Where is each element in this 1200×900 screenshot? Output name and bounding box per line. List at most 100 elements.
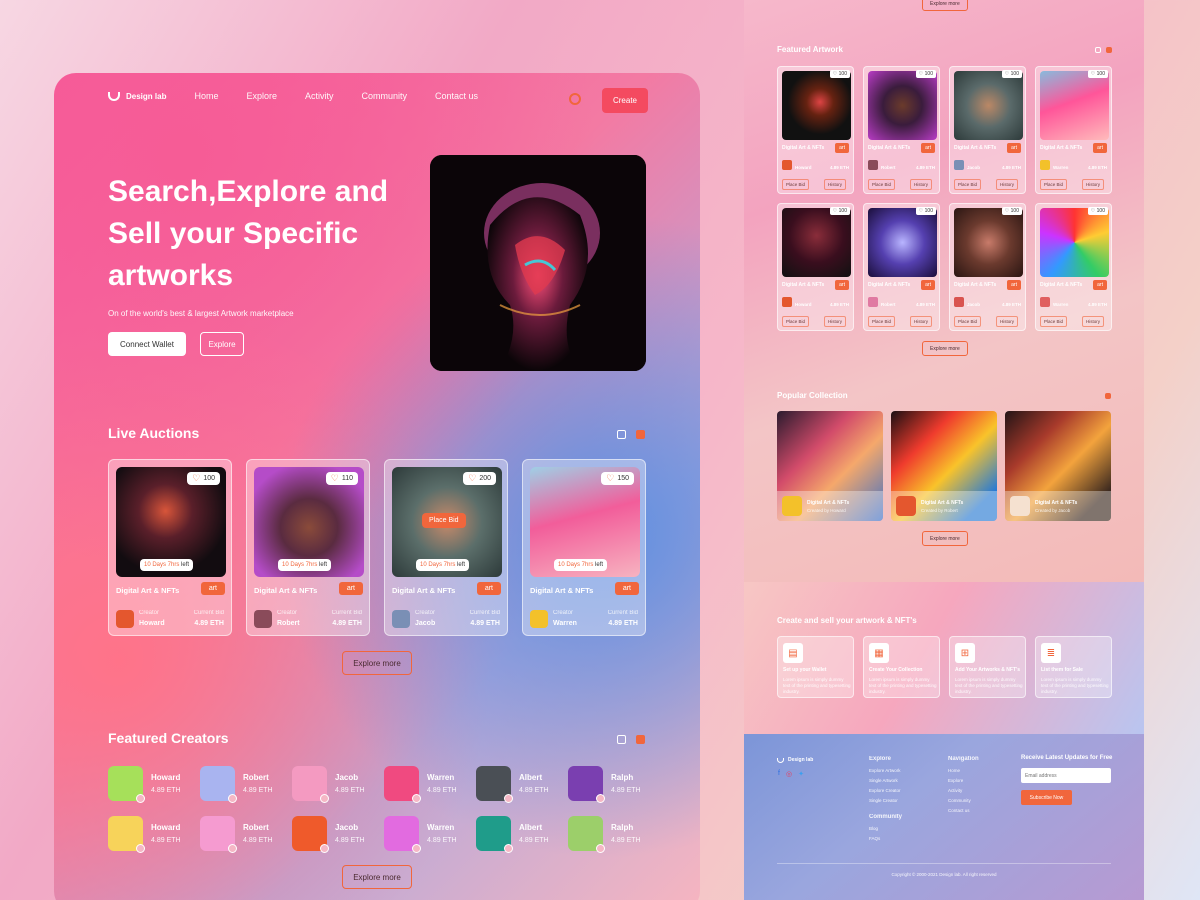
auction-card[interactable]: ♡ 100 10 Days 7hrs left Digital Art & NFTs… [108,459,232,636]
auction-card[interactable]: ♡ 200 Place Bid 10 Days 7hrs left Digital A… [384,459,508,636]
popular-explore-more-button[interactable]: Explore more [922,531,968,546]
like-count[interactable]: ♡ 100 [829,207,850,215]
footer-link[interactable]: Home [948,766,979,776]
instagram-icon[interactable]: ◎ [786,770,792,778]
create-button[interactable]: Create [602,88,648,113]
next-arrow-icon[interactable] [1106,47,1112,53]
footer-link[interactable]: Explore Creator [869,786,901,796]
footer-link[interactable]: FAQs [869,834,902,844]
place-bid-button[interactable]: Place Bid [868,316,896,327]
logo[interactable]: Design lab [108,91,166,101]
place-bid-button[interactable]: Place Bid [422,513,466,528]
live-explore-more-button[interactable]: Explore more [342,651,412,675]
tag[interactable]: art [921,143,935,153]
like-count[interactable]: ♡ 100 [829,70,850,78]
creator-item[interactable]: Albert 4.89 ETH [476,765,568,803]
creator-item[interactable]: Robert 4.89 ETH [200,815,292,853]
featured-card[interactable]: ♡ 100 Digital Art & NFTs art Howard 4.89 ETH… [777,66,854,194]
twitter-icon[interactable]: ✦ [798,770,804,778]
footer-link[interactable]: Explore Artwork [869,766,901,776]
facebook-icon[interactable]: f [778,770,780,778]
place-bid-button[interactable]: Place Bid [868,179,896,190]
like-count[interactable]: ♡ 100 [1001,207,1022,215]
explore-more-button-top[interactable]: Explore more [922,0,968,11]
tag[interactable]: art [1007,280,1021,290]
place-bid-button[interactable]: Place Bid [954,316,982,327]
like-count[interactable]: ♡ 100 [915,70,936,78]
footer-link[interactable]: Activity [948,786,979,796]
creator-item[interactable]: Warren 4.89 ETH [384,765,476,803]
like-count[interactable]: ♡ 100 [1087,207,1108,215]
creator-item[interactable]: Howard 4.89 ETH [108,815,200,853]
email-input[interactable] [1021,768,1111,783]
creator-item[interactable]: Warren 4.89 ETH [384,815,476,853]
like-button[interactable]: ♡ 150 [601,472,634,485]
subscribe-button[interactable]: Subscribe Now [1021,790,1072,805]
creator-item[interactable]: Ralph 4.89 ETH [568,765,660,803]
nav-explore[interactable]: Explore [246,91,277,101]
featured-card[interactable]: ♡ 100 Digital Art & NFTs art Robert 4.89 ETH… [863,203,940,331]
tag[interactable]: art [1093,143,1107,153]
nav-activity[interactable]: Activity [305,91,334,101]
featured-card[interactable]: ♡ 100 Digital Art & NFTs art Jacob 4.89 ETH P… [949,66,1026,194]
explore-button[interactable]: Explore [200,332,244,356]
place-bid-button[interactable]: Place Bid [1040,316,1068,327]
next-arrow-icon[interactable] [636,735,645,744]
nav-community[interactable]: Community [362,91,408,101]
creators-explore-more-button[interactable]: Explore more [342,865,412,889]
history-button[interactable]: History [824,179,847,190]
featured-card[interactable]: ♡ 100 Digital Art & NFTs art Howard 4.89 ETH… [777,203,854,331]
history-button[interactable]: History [996,179,1019,190]
like-button[interactable]: ♡ 110 [325,472,358,485]
tag[interactable]: art [835,143,849,153]
collection-card[interactable]: Digital Art & NFTs Created by Jacob [1005,411,1111,521]
tag[interactable]: art [1007,143,1021,153]
search-icon[interactable] [569,93,581,105]
featured-card[interactable]: ♡ 100 Digital Art & NFTs art Robert 4.89 ETH… [863,66,940,194]
collection-card[interactable]: Digital Art & NFTs Created by Howard [777,411,883,521]
footer-link[interactable]: Contact us [948,806,979,816]
history-button[interactable]: History [824,316,847,327]
featured-card[interactable]: ♡ 100 Digital Art & NFTs art Warren 4.89 ETH… [1035,203,1112,331]
prev-arrow-icon[interactable] [617,430,626,439]
like-count[interactable]: ♡ 100 [915,207,936,215]
next-arrow-icon[interactable] [1105,393,1111,399]
creator-item[interactable]: Ralph 4.89 ETH [568,815,660,853]
tag[interactable]: art [614,582,639,595]
footer-link[interactable]: Community [948,796,979,806]
tag[interactable]: art [476,582,501,595]
next-arrow-icon[interactable] [636,430,645,439]
history-button[interactable]: History [910,316,933,327]
auction-card[interactable]: ♡ 150 10 Days 7hrs left Digital Art & NFTs… [522,459,646,636]
tag[interactable]: art [835,280,849,290]
creator-item[interactable]: Albert 4.89 ETH [476,815,568,853]
history-button[interactable]: History [996,316,1019,327]
featured-card[interactable]: ♡ 100 Digital Art & NFTs art Warren 4.89 ETH… [1035,66,1112,194]
history-button[interactable]: History [1082,179,1105,190]
featured-card[interactable]: ♡ 100 Digital Art & NFTs art Jacob 4.89 ETH P… [949,203,1026,331]
history-button[interactable]: History [910,179,933,190]
featured-explore-more-button[interactable]: Explore more [922,341,968,356]
creator-item[interactable]: Jacob 4.89 ETH [292,765,384,803]
collection-card[interactable]: Digital Art & NFTs Created by Robert [891,411,997,521]
tag[interactable]: art [921,280,935,290]
prev-arrow-icon[interactable] [617,735,626,744]
creator-item[interactable]: Robert 4.89 ETH [200,765,292,803]
tag[interactable]: art [338,582,363,595]
footer-logo[interactable]: Design lab [777,757,813,763]
connect-wallet-button[interactable]: Connect Wallet [108,332,186,356]
place-bid-button[interactable]: Place Bid [782,179,810,190]
like-button[interactable]: ♡ 200 [463,472,496,485]
place-bid-button[interactable]: Place Bid [782,316,810,327]
auction-card[interactable]: ♡ 110 10 Days 7hrs left Digital Art & NFTs… [246,459,370,636]
like-count[interactable]: ♡ 100 [1001,70,1022,78]
prev-arrow-icon[interactable] [1095,47,1101,53]
like-count[interactable]: ♡ 100 [1087,70,1108,78]
tag[interactable]: art [200,582,225,595]
footer-link[interactable]: Explore [948,776,979,786]
like-button[interactable]: ♡ 100 [187,472,220,485]
history-button[interactable]: History [1082,316,1105,327]
nav-contact[interactable]: Contact us [435,91,478,101]
footer-link[interactable]: Blog [869,824,902,834]
creator-item[interactable]: Jacob 4.89 ETH [292,815,384,853]
